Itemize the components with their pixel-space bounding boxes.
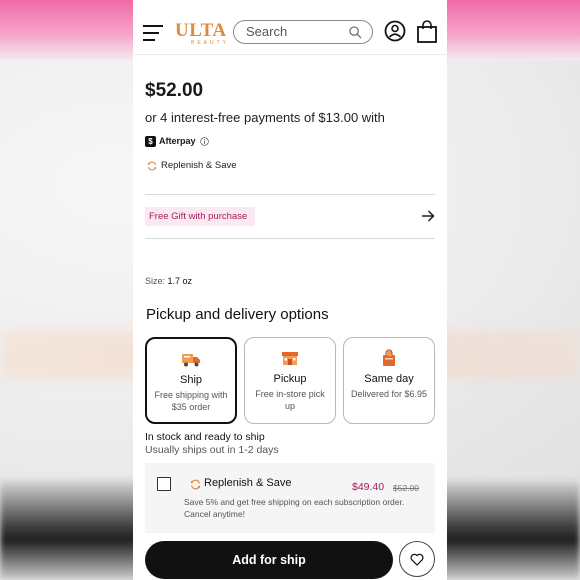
- afterpay-label: Afterpay: [159, 136, 196, 146]
- divider: [145, 238, 435, 239]
- product-price: $52.00: [145, 80, 204, 101]
- size-value: 1.7 oz: [167, 276, 193, 286]
- sync-icon: [147, 161, 157, 170]
- truck-icon: [182, 354, 200, 367]
- option-same-day[interactable]: Same day Delivered for $6.95: [343, 337, 435, 424]
- subscription-description: Save 5% and get free shipping on each su…: [184, 497, 405, 519]
- ships-out-text: Usually ships out in 1-2 days: [145, 444, 279, 456]
- pickup-title: Pickup and delivery options: [146, 306, 329, 323]
- option-description: Delivered for $6.95: [350, 389, 428, 399]
- search-input[interactable]: [246, 24, 346, 39]
- replenish-row: Replenish & Save: [147, 160, 237, 171]
- free-gift-badge[interactable]: Free Gift with purchase: [145, 207, 256, 226]
- store-icon: [282, 352, 298, 365]
- option-title: Pickup: [273, 373, 307, 385]
- search-icon[interactable]: [349, 26, 362, 39]
- option-title: Same day: [364, 373, 414, 385]
- phone-screen: ULTA BEAUTY $52.00 or 4 interest-free pa…: [133, 0, 447, 580]
- menu-icon[interactable]: [143, 24, 163, 42]
- heart-icon: [410, 553, 424, 566]
- add-for-ship-button[interactable]: Add for ship: [145, 541, 393, 579]
- bag-delivery-icon: [383, 349, 395, 366]
- sync-icon: [190, 479, 201, 490]
- subscription-checkbox[interactable]: [157, 477, 171, 491]
- original-price: $52.00: [393, 483, 419, 493]
- stock-status: In stock and ready to ship: [145, 431, 265, 443]
- option-title: Ship: [179, 374, 203, 386]
- option-description: Free in-store pick up: [255, 389, 325, 411]
- option-pickup[interactable]: Pickup Free in-store pick up: [244, 337, 336, 424]
- option-ship[interactable]: Ship Free shipping with $35 order: [145, 337, 237, 424]
- option-description: Free shipping with $35 order: [154, 390, 228, 412]
- arrow-right-icon[interactable]: [421, 209, 435, 223]
- afterpay-row: $ Afterpay: [145, 134, 209, 148]
- bag-icon[interactable]: [416, 20, 438, 44]
- favorite-button[interactable]: [399, 541, 435, 577]
- afterpay-logo-icon: $: [145, 135, 156, 147]
- account-icon[interactable]: [384, 20, 406, 42]
- subscription-title: Replenish & Save: [204, 477, 292, 489]
- ulta-logo[interactable]: ULTA: [175, 20, 227, 42]
- installments-text: or 4 interest-free payments of $13.00 wi…: [145, 110, 385, 125]
- header: ULTA BEAUTY: [133, 12, 447, 55]
- size-label: Size:: [145, 276, 166, 286]
- info-icon[interactable]: [199, 136, 209, 146]
- subscription-price: $49.40: [352, 481, 385, 493]
- size-row: Size: 1.7 oz: [145, 276, 192, 286]
- replenish-label: Replenish & Save: [161, 160, 237, 171]
- divider: [145, 194, 435, 195]
- subscription-panel: Replenish & Save $49.40 $52.00 Save 5% a…: [145, 463, 435, 533]
- search-bar[interactable]: [233, 20, 373, 44]
- logo-subtitle: BEAUTY: [191, 40, 230, 46]
